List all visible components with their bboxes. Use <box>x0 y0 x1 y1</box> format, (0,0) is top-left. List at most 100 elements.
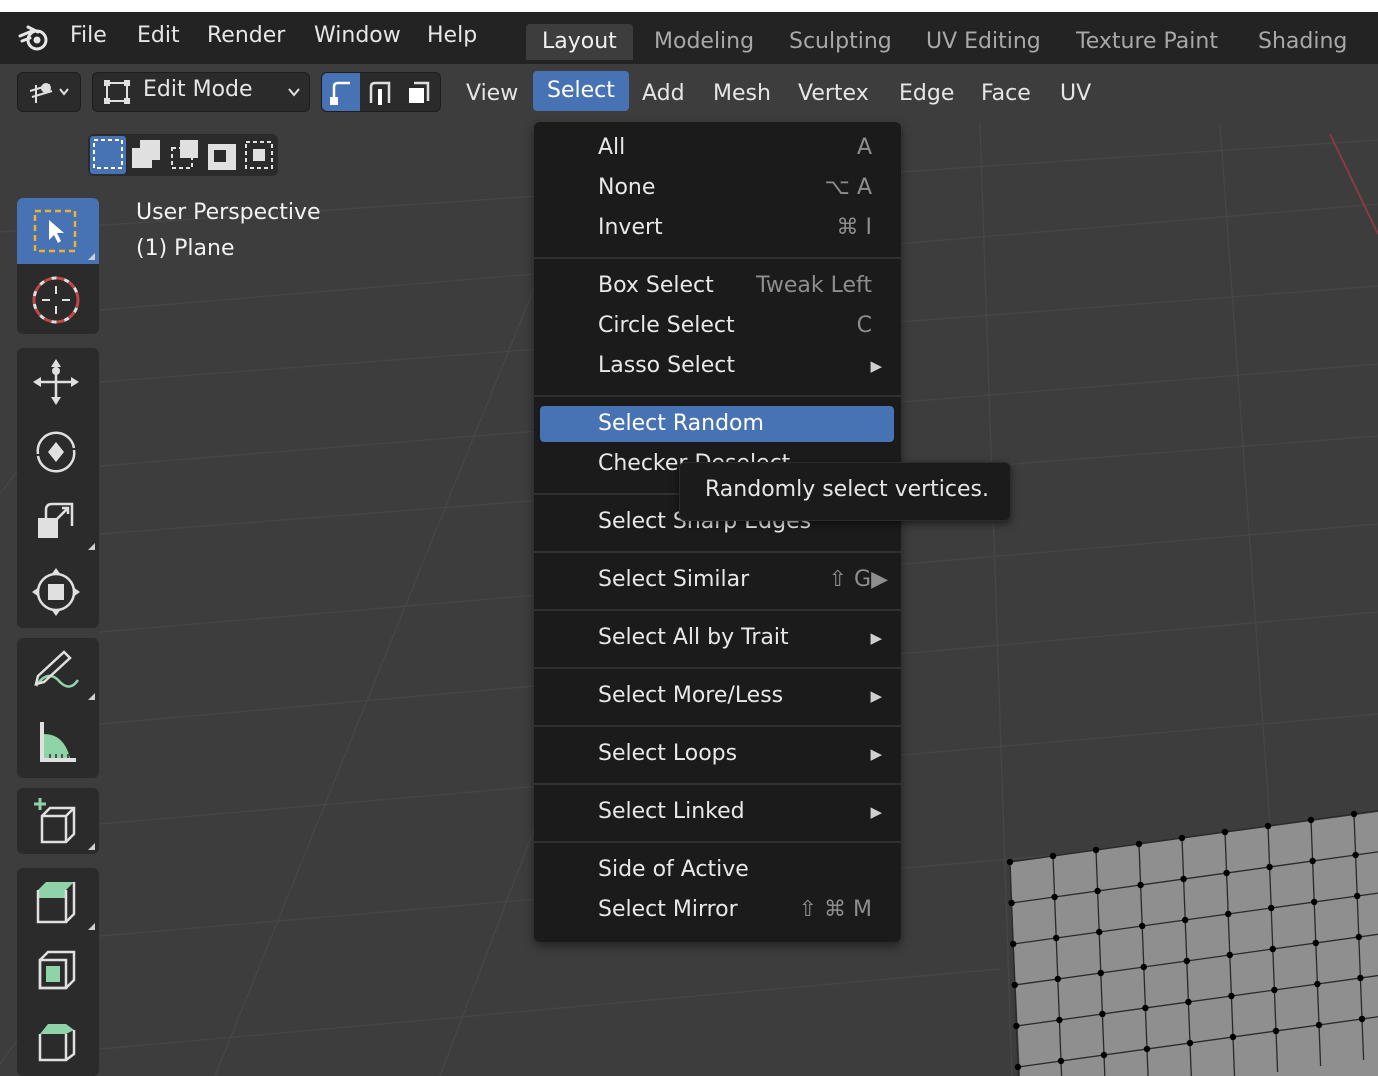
menu-item-all[interactable]: All A <box>540 130 894 166</box>
cursor-icon <box>32 276 80 324</box>
menu-item-label: None <box>598 175 656 200</box>
tab-sculpting[interactable]: Sculpting <box>773 24 908 60</box>
tab-uv-editing[interactable]: UV Editing <box>910 24 1057 60</box>
menu-item-select-loops[interactable]: Select Loops ▶ <box>540 736 894 772</box>
tool-move[interactable] <box>17 348 99 414</box>
menu-item-label: Lasso Select <box>598 353 735 378</box>
menu-item-box-select[interactable]: Box Select Tweak Left <box>540 268 894 304</box>
menu-item-none[interactable]: None ⌥ A <box>540 170 894 206</box>
menu-face[interactable]: Face <box>971 76 1041 112</box>
menu-item-label: Circle Select <box>598 313 735 338</box>
menu-item-label: All <box>598 135 626 160</box>
tool-extrude[interactable] <box>17 868 99 934</box>
menu-item-select-all-by-trait[interactable]: Select All by Trait ▶ <box>540 620 894 656</box>
menu-item-select-mirror[interactable]: Select Mirror ⇧ ⌘ M <box>540 892 894 928</box>
menu-help[interactable]: Help <box>427 23 477 48</box>
menu-item-label: Select Random <box>598 411 764 436</box>
submenu-arrow-icon: ▶ <box>870 357 882 375</box>
tooltip-text: Randomly select vertices. <box>705 477 989 502</box>
menu-file[interactable]: File <box>70 23 107 48</box>
top-menu-bar: File Edit Render Window Help Layout Mode… <box>0 12 1378 64</box>
transform-pivot-dropdown[interactable] <box>17 72 81 112</box>
tool-bevel[interactable] <box>17 1008 99 1074</box>
tool-cursor[interactable] <box>17 266 99 332</box>
object-label: (1) Plane <box>136 236 235 261</box>
menu-item-circle-select[interactable]: Circle Select C <box>540 308 894 344</box>
tool-rotate[interactable] <box>17 418 99 484</box>
menu-item-select-more-less[interactable]: Select More/Less ▶ <box>540 678 894 714</box>
tool-inset[interactable] <box>17 938 99 1004</box>
menu-item-label: Invert <box>598 215 663 240</box>
menu-edit[interactable]: Edit <box>137 23 180 48</box>
tool-add-cube[interactable] <box>17 788 99 854</box>
inset-icon <box>38 950 76 990</box>
menu-item-shortcut: C <box>856 313 872 338</box>
edge-select-button[interactable] <box>361 73 399 111</box>
menu-select[interactable]: Select <box>533 71 629 111</box>
toolbar-add-group <box>17 788 99 854</box>
rotate-icon <box>36 431 76 473</box>
tool-annotate[interactable] <box>17 638 99 704</box>
menu-item-invert[interactable]: Invert ⌘ I <box>540 210 894 246</box>
transform-icon <box>32 568 80 616</box>
menu-separator <box>534 257 901 259</box>
menu-item-label: Select Linked <box>598 799 745 824</box>
menu-separator <box>534 551 901 553</box>
tab-layout[interactable]: Layout <box>526 24 633 60</box>
submenu-arrow-icon: ▶ <box>870 745 882 763</box>
submenu-arrow-icon: ▶ <box>870 687 882 705</box>
extrude-icon <box>36 882 76 924</box>
selection-mode-icons <box>90 136 273 174</box>
menu-separator <box>534 783 901 785</box>
tool-scale[interactable] <box>17 488 99 554</box>
menu-item-lasso-select[interactable]: Lasso Select ▶ <box>540 348 894 384</box>
select-mode-toggle <box>321 72 441 112</box>
submenu-arrow-icon: ▶ <box>870 629 882 647</box>
menu-item-label: Box Select <box>598 273 714 298</box>
scale-icon <box>38 502 74 538</box>
vertex-select-button[interactable] <box>322 73 360 111</box>
tab-modeling[interactable]: Modeling <box>638 24 770 60</box>
submenu-arrow-icon: ▶ <box>870 803 882 821</box>
mode-dropdown[interactable]: Edit Mode <box>92 72 310 112</box>
tool-select-box[interactable] <box>17 198 99 264</box>
perspective-label: User Perspective <box>136 200 321 225</box>
menu-item-side-of-active[interactable]: Side of Active <box>540 852 894 888</box>
menu-item-select-linked[interactable]: Select Linked ▶ <box>540 794 894 830</box>
tab-texture-paint[interactable]: Texture Paint <box>1060 24 1234 60</box>
menu-item-select-random[interactable]: Select Random <box>540 406 894 442</box>
menu-mesh[interactable]: Mesh <box>703 76 781 112</box>
menu-item-label: Select Mirror <box>598 897 738 922</box>
toolbar-annotate-group <box>17 638 99 778</box>
face-select-icon <box>409 81 430 103</box>
move-icon <box>33 359 79 405</box>
add-cube-icon <box>34 798 76 844</box>
menu-view[interactable]: View <box>456 76 528 112</box>
blender-logo-icon[interactable] <box>18 24 50 52</box>
menu-item-select-similar[interactable]: Select Similar ⇧ G▶ <box>540 562 894 598</box>
menu-item-label: Side of Active <box>598 857 749 882</box>
select-dropdown-menu: All A None ⌥ A Invert ⌘ I Box Select Tweak L… <box>534 122 901 942</box>
menu-window[interactable]: Window <box>314 23 401 48</box>
toolbar-transform-group <box>17 348 99 628</box>
menu-item-shortcut: ⌘ I <box>836 215 872 240</box>
menu-item-shortcut: Tweak Left <box>756 273 872 298</box>
blender-window: File Edit Render Window Help Layout Mode… <box>0 12 1378 1076</box>
menu-item-shortcut: ⇧ G▶ <box>828 567 888 592</box>
menu-render[interactable]: Render <box>207 23 285 48</box>
menu-uv[interactable]: UV <box>1050 76 1101 112</box>
menu-item-label: Select All by Trait <box>598 625 789 650</box>
tool-transform[interactable] <box>17 558 99 624</box>
menu-add[interactable]: Add <box>632 76 695 112</box>
transform-pivot-icon <box>29 83 69 103</box>
tab-shading[interactable]: Shading <box>1242 24 1363 60</box>
face-select-button[interactable] <box>400 73 440 111</box>
edge-select-icon <box>369 81 391 105</box>
selection-mode-row <box>88 134 278 176</box>
menu-item-label: Select Loops <box>598 741 738 766</box>
tool-measure[interactable] <box>17 708 99 774</box>
annotate-icon <box>34 650 80 688</box>
menu-vertex[interactable]: Vertex <box>788 76 879 112</box>
toolbar-mesh-group <box>17 868 99 1076</box>
menu-edge[interactable]: Edge <box>889 76 964 112</box>
